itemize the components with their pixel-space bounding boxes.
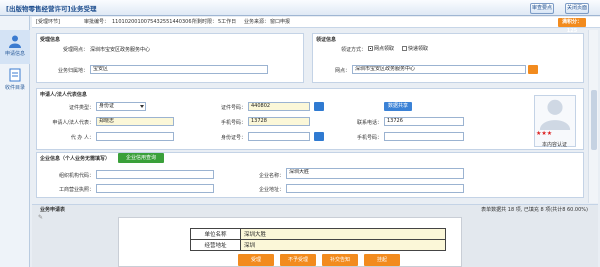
review-points-button[interactable]: 审查要点 [530, 3, 554, 14]
phone-label: 联系电话： [356, 120, 382, 126]
agent-id-input[interactable] [248, 132, 310, 141]
app-no: 1101020010075432551440306 [112, 19, 192, 25]
accept-button[interactable]: 受理 [238, 254, 274, 266]
person-placeholder-icon [539, 99, 571, 130]
sidebar-item-label: 收件目录 [4, 85, 25, 91]
license-label: 工商营业执照： [58, 187, 94, 193]
pickup-panel [312, 33, 584, 83]
option-label: 网点领取 [374, 46, 395, 52]
case-info-bar: [受理环节] 审批编号： 1101020010075432551440306 所… [32, 17, 600, 28]
company-name-label: 企业名称： [258, 173, 284, 179]
pickup-title: 领证信息 [316, 37, 337, 43]
sidebar: 申请信息 收件目录 [0, 16, 30, 267]
form-field-label: 经营地址 [190, 239, 241, 251]
agent-label: 代 办 人： [70, 135, 94, 141]
company-addr-input[interactable] [286, 184, 464, 193]
org-code-input[interactable] [96, 170, 214, 179]
acceptance-panel [36, 33, 304, 83]
scrollbar-thumb[interactable] [591, 90, 597, 150]
source: 窗口申报 [270, 19, 291, 25]
mobile-label: 手机号码： [220, 120, 246, 126]
agent-mobile-label: 手机号码： [356, 135, 382, 141]
application-form-table: 单位名称 深圳大胜 经营地址 深圳 [190, 228, 446, 251]
score-badge: 满积分：125 [558, 18, 586, 34]
checkbox-site[interactable] [368, 46, 373, 51]
site-label: 受理网点： [62, 47, 88, 53]
verify-label: 本内容认证 [542, 142, 568, 148]
phone-input[interactable]: 13726 [384, 117, 464, 126]
pickup-site-input[interactable]: 深圳市宝安区政务服务中心 [352, 65, 526, 74]
agent-read-card-icon[interactable] [314, 132, 324, 141]
form-field-label: 单位名称 [190, 228, 241, 240]
license-input[interactable] [96, 184, 214, 193]
company-addr-label: 企业地址： [258, 187, 284, 193]
document-icon [9, 68, 21, 82]
preview-title: 业务申请表 [40, 207, 66, 213]
company-name-input[interactable]: 深圳大胜 [286, 168, 464, 179]
source-label: 业务来源： [244, 19, 270, 25]
pickup-site-label: 网点： [334, 68, 350, 74]
id-no-label: 证件号码： [220, 105, 246, 111]
applicant-title: 申请人/法人代表信息 [40, 92, 87, 98]
flow-stage: [受理环节] [36, 19, 60, 25]
days-label: 所剩时限： [192, 19, 218, 25]
id-type-value: 身份证 [99, 103, 115, 109]
credit-query-button[interactable]: 企业信用查询 [118, 153, 164, 163]
district-label: 业务归属地： [57, 68, 88, 74]
applicant-name-input[interactable]: 郑晓志 [96, 117, 174, 126]
supplement-notice-button[interactable]: 补交告知 [322, 254, 358, 266]
table-row: 单位名称 深圳大胜 [190, 228, 446, 240]
id-type-select[interactable]: 身份证 [96, 102, 146, 111]
days-left: 5工作日 [218, 19, 237, 25]
pickup-mode-label: 领证方式： [340, 47, 366, 53]
window-title: [出版物零售经营许可]业务受理 [6, 5, 97, 13]
form-field-value[interactable]: 深圳 [240, 239, 446, 251]
suspend-button[interactable]: 挂起 [364, 254, 400, 266]
agent-id-label: 身份证号： [220, 135, 246, 141]
acceptance-title: 受理信息 [40, 37, 61, 43]
agent-input[interactable] [96, 132, 174, 141]
app-no-label: 审批编号： [84, 19, 110, 25]
applicant-name-label: 申请人/法人代表： [52, 120, 94, 126]
star-rating-icon: ★★★ [536, 130, 553, 137]
table-row: 经营地址 深圳 [190, 239, 446, 251]
district-input[interactable]: 宝安区 [90, 65, 268, 74]
option-label: 快递领取 [408, 46, 429, 52]
read-card-icon[interactable] [314, 102, 324, 111]
pickup-option-site[interactable]: 网点领取 [368, 45, 394, 52]
reject-button[interactable]: 不予受理 [280, 254, 316, 266]
form-field-value[interactable]: 深圳大胜 [240, 228, 446, 240]
user-icon [9, 35, 21, 48]
id-type-label: 证件类型： [68, 105, 94, 111]
site-value: 深圳市宝安区政务服务中心 [90, 47, 151, 53]
form-fill-stats: 表单数据共 18 项, 已填充 8 项(共计8 60.00%) [481, 207, 588, 213]
window-title-bar: [出版物零售经营许可]业务受理 审查要点 关闭页面 [0, 0, 600, 16]
site-picker-button[interactable] [528, 65, 538, 74]
sidebar-item-application-info[interactable]: 申请信息 [0, 30, 30, 64]
pin-icon[interactable]: ✎ [38, 214, 43, 221]
org-code-label: 组织机构代码： [58, 173, 94, 179]
sidebar-item-label: 申请信息 [4, 51, 25, 57]
data-share-button[interactable]: 数据共享 [384, 102, 412, 111]
company-title: 企业信息（个人业务无需填写） [40, 156, 111, 162]
close-page-button[interactable]: 关闭页面 [565, 3, 589, 14]
vertical-scrollbar[interactable] [588, 30, 598, 203]
pickup-option-express[interactable]: 快递领取 [402, 45, 428, 52]
agent-mobile-input[interactable] [384, 132, 464, 141]
chevron-down-icon [140, 105, 144, 108]
mobile-input[interactable]: 13728 [248, 117, 310, 126]
sidebar-item-receipt-list[interactable]: 收件目录 [0, 64, 30, 98]
avatar [534, 95, 576, 147]
id-no-input[interactable]: 440802 [248, 102, 310, 111]
checkbox-express[interactable] [402, 46, 407, 51]
